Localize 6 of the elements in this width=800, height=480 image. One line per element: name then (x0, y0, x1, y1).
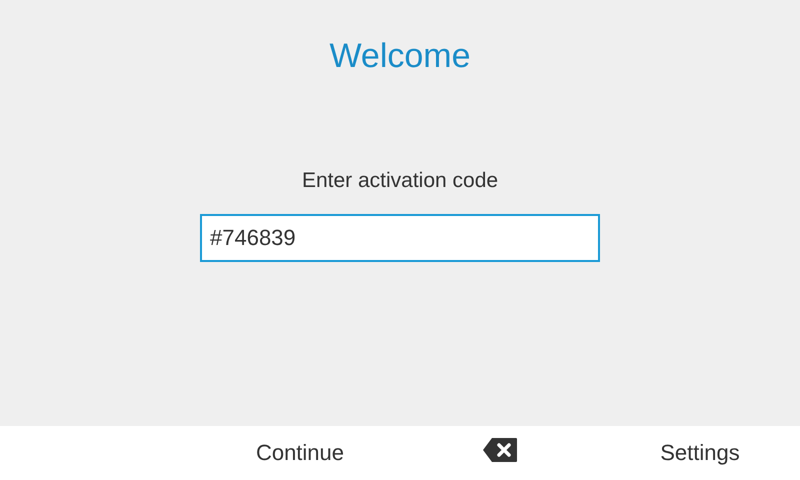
softkey-button[interactable]: Continue (248, 436, 352, 470)
activation-code-field[interactable]: #746839 (200, 214, 600, 262)
backspace-icon (482, 437, 518, 463)
welcome-title: Welcome (329, 36, 471, 76)
field-label: Enter activation code (302, 168, 498, 194)
softkey-button[interactable]: Settings (652, 436, 748, 470)
